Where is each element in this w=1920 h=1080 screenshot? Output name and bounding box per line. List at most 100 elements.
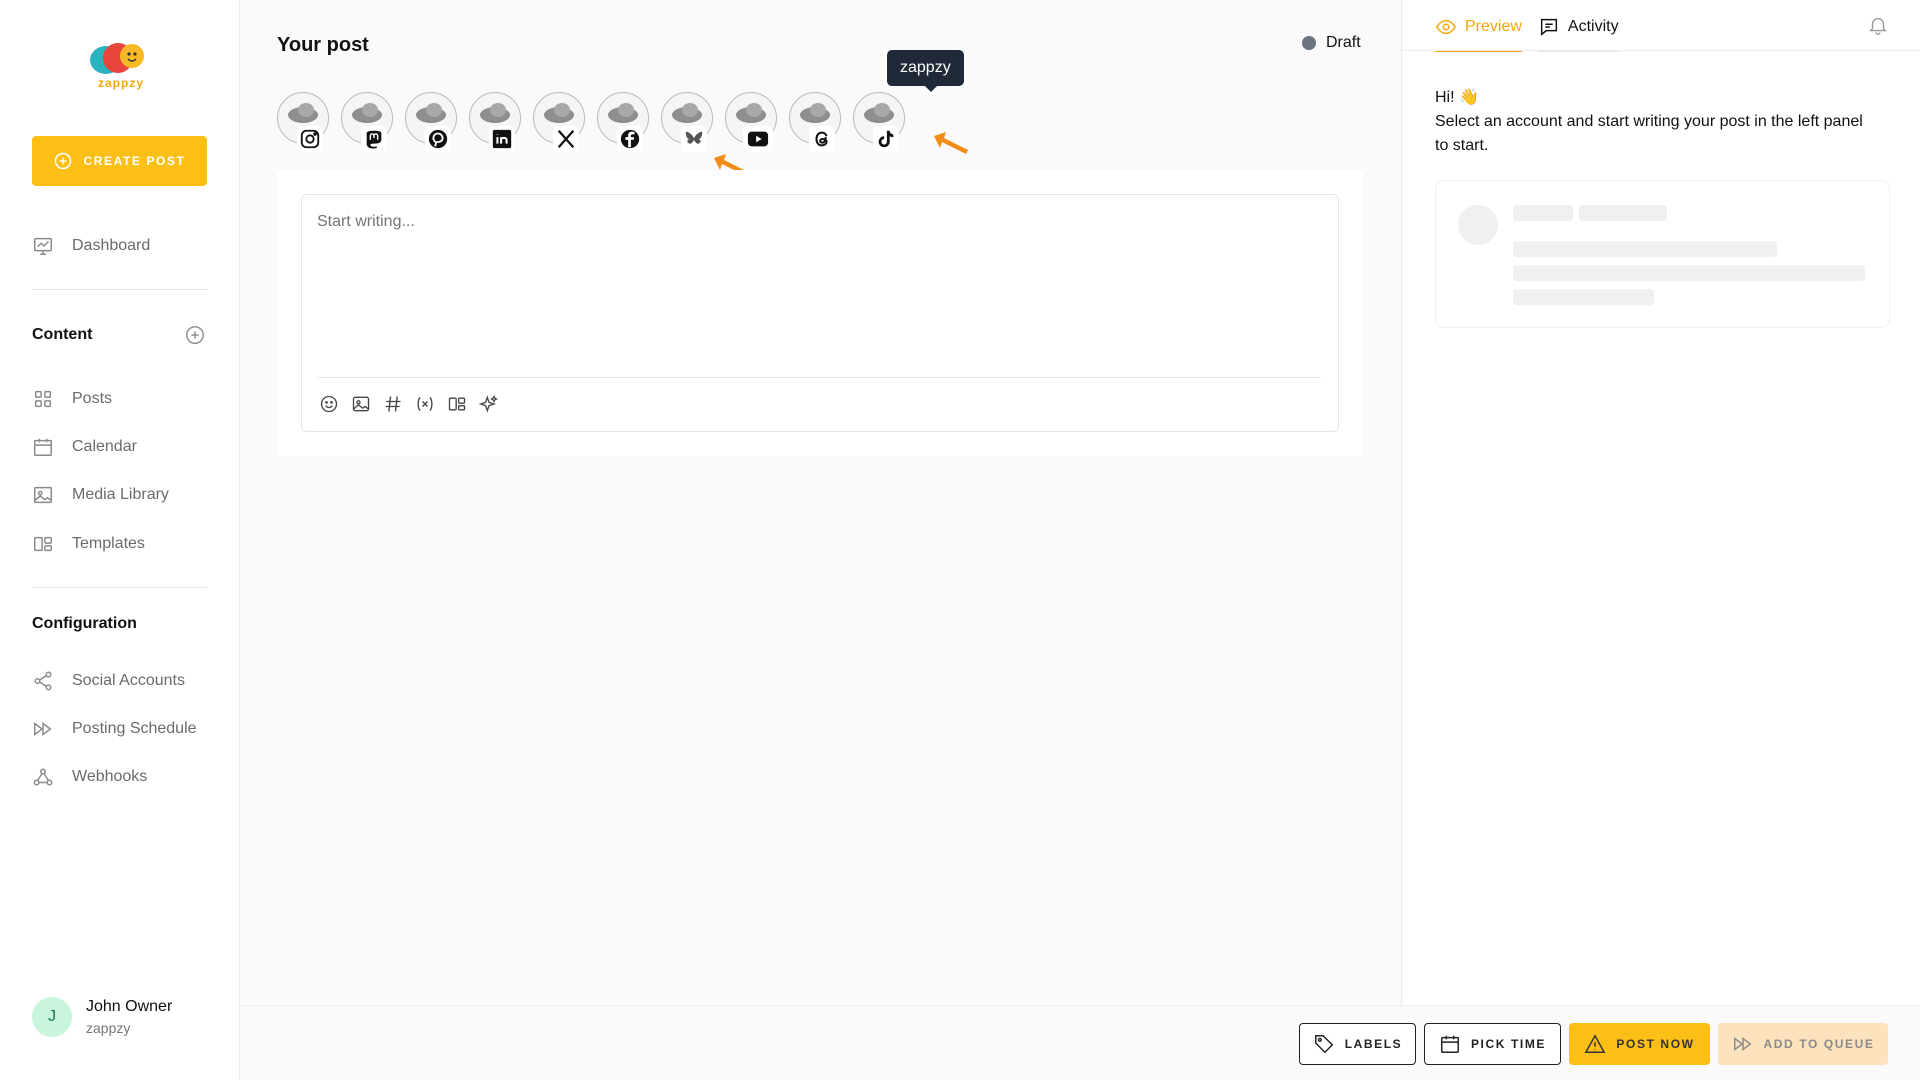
youtube-icon <box>747 131 769 147</box>
nav-posts[interactable]: Posts <box>32 388 112 410</box>
preview-skeleton <box>1435 180 1890 328</box>
app-logo[interactable]: zappzy <box>84 36 156 90</box>
create-post-button[interactable]: CREATE POST <box>32 136 207 186</box>
plus-circle-icon <box>55 152 72 170</box>
sidebar: zappzy CREATE POST Dashboard Content Pos… <box>0 0 240 1080</box>
bell-icon[interactable] <box>1867 14 1889 36</box>
labels-label: LABELS <box>1344 1037 1403 1051</box>
preview-tabs: Preview Activity <box>1435 16 1619 52</box>
tabs-divider <box>1402 50 1920 51</box>
nav-media-library-label: Media Library <box>72 486 169 503</box>
tab-preview[interactable]: Preview <box>1435 16 1522 52</box>
skeleton-line <box>1513 205 1573 221</box>
nav-posts-label: Posts <box>72 390 113 407</box>
account-avatar-facebook[interactable] <box>597 92 649 152</box>
status-label: Draft <box>1326 34 1361 51</box>
account-avatar-x[interactable] <box>533 92 585 152</box>
account-avatar-pinterest[interactable] <box>405 92 457 152</box>
nav-calendar-label: Calendar <box>72 438 137 455</box>
skeleton-avatar <box>1458 205 1498 245</box>
nav-posting-schedule[interactable]: Posting Schedule <box>32 718 197 740</box>
tab-activity[interactable]: Activity <box>1537 16 1619 52</box>
post-now-label: POST NOW <box>1616 1037 1695 1051</box>
eye-icon <box>1435 19 1457 35</box>
post-text-input[interactable] <box>317 213 1317 231</box>
user-profile[interactable]: J John Owner zappzy <box>32 997 172 1037</box>
editor-divider <box>317 377 1321 378</box>
account-avatar-youtube[interactable] <box>725 92 777 152</box>
grid-icon <box>34 390 52 408</box>
account-avatar-instagram[interactable] <box>277 92 329 152</box>
emoji-icon <box>320 395 338 413</box>
page-title: Your post <box>277 34 369 56</box>
account-tooltip: zappzy <box>887 50 964 92</box>
hashtag-button[interactable] <box>382 393 404 415</box>
nav-media-library[interactable]: Media Library <box>32 484 169 506</box>
warning-icon <box>1585 1034 1606 1053</box>
post-editor-panel: Your post Draft zappzy Start writing... <box>240 0 1401 1005</box>
create-post-label: CREATE POST <box>83 154 186 168</box>
bluesky-icon <box>685 131 703 144</box>
account-avatar-bluesky[interactable] <box>661 92 713 152</box>
nav-social-accounts[interactable]: Social Accounts <box>32 670 185 692</box>
sparkles-icon <box>479 395 498 413</box>
tiktok-icon <box>878 130 894 148</box>
emoji-button[interactable] <box>318 393 340 415</box>
account-avatar-mastodon[interactable] <box>341 92 393 152</box>
threads-icon <box>815 131 828 147</box>
pinterest-icon <box>428 129 448 149</box>
ai-assist-button[interactable] <box>478 393 500 415</box>
dashboard-icon <box>34 237 52 255</box>
status-badge: Draft <box>1302 34 1361 52</box>
webhook-icon <box>33 768 53 786</box>
account-avatar-linkedin[interactable] <box>469 92 521 152</box>
avatar: J <box>32 997 72 1037</box>
fast-forward-icon <box>34 722 52 736</box>
arrow-pointer-icon <box>934 132 968 154</box>
skeleton-line <box>1579 205 1667 221</box>
mastodon-icon <box>366 130 382 149</box>
greeting-text: Hi! 👋 <box>1435 89 1479 106</box>
nav-webhooks[interactable]: Webhooks <box>32 766 147 788</box>
editor-box <box>301 194 1339 432</box>
configuration-section-title: Configuration <box>32 615 137 632</box>
image-icon <box>352 396 370 412</box>
image-icon <box>34 486 52 504</box>
template-button[interactable] <box>446 393 468 415</box>
editor-toolbar <box>318 393 500 415</box>
user-name: John Owner <box>86 998 173 1015</box>
preview-empty-message: Hi! 👋 Select an account and start writin… <box>1435 86 1875 158</box>
logo-text: zappzy <box>98 76 145 90</box>
add-to-queue-label: ADD TO QUEUE <box>1763 1037 1875 1051</box>
share-icon <box>34 671 52 691</box>
account-avatar-threads[interactable] <box>789 92 841 152</box>
calendar-icon <box>34 438 52 456</box>
skeleton-line <box>1513 289 1654 305</box>
tab-preview-label: Preview <box>1465 18 1522 35</box>
variable-icon <box>417 396 433 412</box>
pick-time-button[interactable]: PICK TIME <box>1424 1023 1561 1065</box>
calendar-icon <box>1440 1035 1459 1053</box>
facebook-icon <box>620 129 640 149</box>
content-section-title: Content <box>32 326 93 343</box>
account-avatar-tiktok[interactable] <box>853 92 905 152</box>
add-to-queue-button[interactable]: ADD TO QUEUE <box>1718 1023 1888 1065</box>
post-now-button[interactable]: POST NOW <box>1569 1023 1710 1065</box>
add-media-button[interactable] <box>350 393 372 415</box>
skeleton-line <box>1513 241 1777 257</box>
nav-dashboard-label: Dashboard <box>72 237 151 254</box>
sidebar-divider <box>32 289 207 290</box>
add-content-icon[interactable] <box>184 324 206 346</box>
labels-button[interactable]: LABELS <box>1299 1023 1416 1065</box>
action-bar: LABELS PICK TIME POST NOW ADD TO QUEUE <box>240 1005 1920 1080</box>
nav-dashboard[interactable]: Dashboard <box>32 235 150 257</box>
skeleton-line <box>1513 265 1865 281</box>
variable-button[interactable] <box>414 393 436 415</box>
instruction-text: Select an account and start writing your… <box>1435 113 1863 154</box>
nav-calendar[interactable]: Calendar <box>32 436 137 458</box>
linkedin-icon <box>492 129 512 149</box>
editor-card <box>277 170 1363 456</box>
nav-templates[interactable]: Templates <box>32 533 145 555</box>
preview-panel: Preview Activity Hi! 👋 Select an account… <box>1401 0 1920 1005</box>
templates-icon <box>448 397 466 411</box>
